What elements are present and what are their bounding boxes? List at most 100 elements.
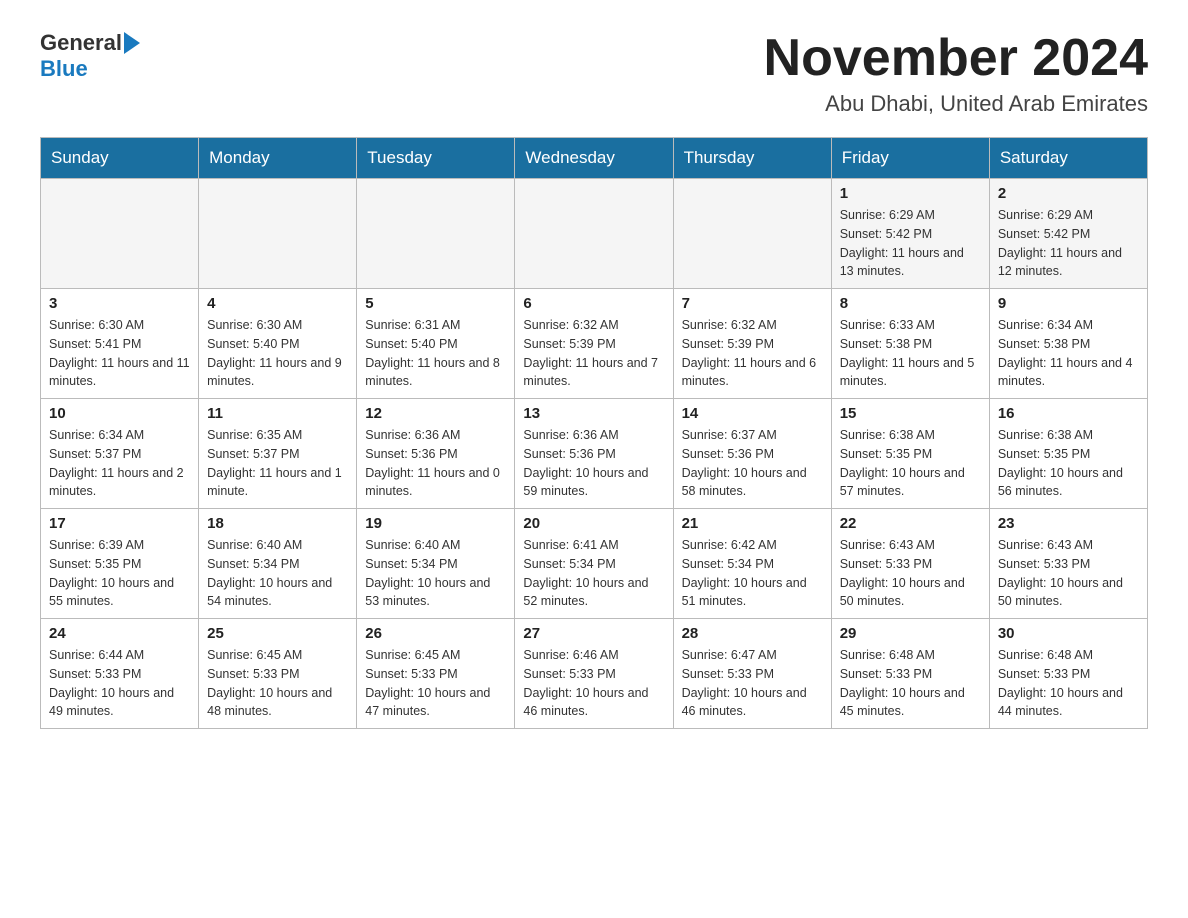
- sunset-text: Sunset: 5:35 PM: [840, 445, 981, 464]
- daylight-text: Daylight: 11 hours and 2 minutes.: [49, 464, 190, 502]
- sunset-text: Sunset: 5:33 PM: [998, 555, 1139, 574]
- day-info: Sunrise: 6:35 AMSunset: 5:37 PMDaylight:…: [207, 426, 348, 501]
- sunset-text: Sunset: 5:33 PM: [840, 555, 981, 574]
- sunrise-text: Sunrise: 6:36 AM: [523, 426, 664, 445]
- day-number: 6: [523, 295, 664, 312]
- calendar-cell: 21 Sunrise: 6:42 AMSunset: 5:34 PMDayligh…: [673, 509, 831, 619]
- daylight-text: Daylight: 11 hours and 4 minutes.: [998, 354, 1139, 392]
- sunset-text: Sunset: 5:41 PM: [49, 335, 190, 354]
- daylight-text: Daylight: 10 hours and 47 minutes.: [365, 684, 506, 722]
- daylight-text: Daylight: 11 hours and 12 minutes.: [998, 244, 1139, 282]
- day-number: 21: [682, 515, 823, 532]
- calendar-cell: 28Sunrise: 6:47 AMSunset: 5:33 PMDayligh…: [673, 619, 831, 729]
- day-info: Sunrise: 6:48 AMSunset: 5:33 PMDaylight:…: [998, 646, 1139, 721]
- calendar-cell: 23Sunrise: 6:43 AMSunset: 5:33 PMDayligh…: [989, 509, 1147, 619]
- daylight-text: Daylight: 11 hours and 9 minutes.: [207, 354, 348, 392]
- day-info: Sunrise: 6:29 AMSunset: 5:42 PMDaylight:…: [998, 206, 1139, 281]
- sunrise-text: Sunrise: 6:46 AM: [523, 646, 664, 665]
- calendar-cell: 29Sunrise: 6:48 AMSunset: 5:33 PMDayligh…: [831, 619, 989, 729]
- calendar-cell: 11Sunrise: 6:35 AMSunset: 5:37 PMDayligh…: [199, 399, 357, 509]
- day-info: Sunrise: 6:45 AMSunset: 5:33 PMDaylight:…: [207, 646, 348, 721]
- sunset-text: Sunset: 5:34 PM: [207, 555, 348, 574]
- daylight-text: Daylight: 11 hours and 13 minutes.: [840, 244, 981, 282]
- day-info: Sunrise: 6:42 AMSunset: 5:34 PMDaylight:…: [682, 536, 823, 611]
- day-info: Sunrise: 6:43 AMSunset: 5:33 PMDaylight:…: [840, 536, 981, 611]
- day-number: 17: [49, 515, 190, 532]
- calendar-cell: 2 Sunrise: 6:29 AMSunset: 5:42 PMDaylight…: [989, 179, 1147, 289]
- sunset-text: Sunset: 5:35 PM: [49, 555, 190, 574]
- day-info: Sunrise: 6:32 AMSunset: 5:39 PMDaylight:…: [523, 316, 664, 391]
- day-info: Sunrise: 6:34 AMSunset: 5:38 PMDaylight:…: [998, 316, 1139, 391]
- day-info: Sunrise: 6:29 AMSunset: 5:42 PMDaylight:…: [840, 206, 981, 281]
- logo: General Blue: [40, 30, 140, 82]
- sunset-text: Sunset: 5:33 PM: [49, 665, 190, 684]
- calendar-cell: 22 Sunrise: 6:43 AMSunset: 5:33 PMDayligh…: [831, 509, 989, 619]
- day-number: 10: [49, 405, 190, 422]
- day-number: 26: [365, 625, 506, 642]
- daylight-text: Daylight: 10 hours and 52 minutes.: [523, 574, 664, 612]
- day-number: 15: [840, 405, 981, 422]
- day-info: Sunrise: 6:38 AMSunset: 5:35 PMDaylight:…: [998, 426, 1139, 501]
- sunset-text: Sunset: 5:39 PM: [682, 335, 823, 354]
- sunrise-text: Sunrise: 6:30 AM: [49, 316, 190, 335]
- sunrise-text: Sunrise: 6:34 AM: [49, 426, 190, 445]
- sunrise-text: Sunrise: 6:42 AM: [682, 536, 823, 555]
- weekday-header-friday: Friday: [831, 138, 989, 179]
- day-number: 25: [207, 625, 348, 642]
- day-info: Sunrise: 6:38 AMSunset: 5:35 PMDaylight:…: [840, 426, 981, 501]
- day-info: Sunrise: 6:40 AMSunset: 5:34 PMDaylight:…: [365, 536, 506, 611]
- weekday-header-saturday: Saturday: [989, 138, 1147, 179]
- calendar-cell: 5Sunrise: 6:31 AMSunset: 5:40 PMDaylight…: [357, 289, 515, 399]
- daylight-text: Daylight: 10 hours and 50 minutes.: [998, 574, 1139, 612]
- calendar-cell: 17Sunrise: 6:39 AMSunset: 5:35 PMDayligh…: [41, 509, 199, 619]
- daylight-text: Daylight: 11 hours and 1 minute.: [207, 464, 348, 502]
- calendar-cell: [673, 179, 831, 289]
- daylight-text: Daylight: 11 hours and 7 minutes.: [523, 354, 664, 392]
- title-block: November 2024 Abu Dhabi, United Arab Emi…: [764, 30, 1148, 117]
- sunrise-text: Sunrise: 6:40 AM: [365, 536, 506, 555]
- daylight-text: Daylight: 10 hours and 49 minutes.: [49, 684, 190, 722]
- logo-blue-text: Blue: [40, 56, 88, 82]
- day-number: 1: [840, 185, 981, 202]
- day-info: Sunrise: 6:40 AMSunset: 5:34 PMDaylight:…: [207, 536, 348, 611]
- day-number: 30: [998, 625, 1139, 642]
- daylight-text: Daylight: 11 hours and 0 minutes.: [365, 464, 506, 502]
- location-title: Abu Dhabi, United Arab Emirates: [764, 91, 1148, 117]
- sunrise-text: Sunrise: 6:44 AM: [49, 646, 190, 665]
- sunset-text: Sunset: 5:36 PM: [682, 445, 823, 464]
- calendar-cell: 16Sunrise: 6:38 AMSunset: 5:35 PMDayligh…: [989, 399, 1147, 509]
- daylight-text: Daylight: 10 hours and 59 minutes.: [523, 464, 664, 502]
- calendar-cell: 9Sunrise: 6:34 AMSunset: 5:38 PMDaylight…: [989, 289, 1147, 399]
- daylight-text: Daylight: 10 hours and 58 minutes.: [682, 464, 823, 502]
- day-number: 13: [523, 405, 664, 422]
- calendar-cell: [357, 179, 515, 289]
- calendar-cell: 13Sunrise: 6:36 AMSunset: 5:36 PMDayligh…: [515, 399, 673, 509]
- sunset-text: Sunset: 5:39 PM: [523, 335, 664, 354]
- calendar-cell: [199, 179, 357, 289]
- calendar-cell: 19Sunrise: 6:40 AMSunset: 5:34 PMDayligh…: [357, 509, 515, 619]
- sunrise-text: Sunrise: 6:45 AM: [365, 646, 506, 665]
- day-number: 12: [365, 405, 506, 422]
- calendar-cell: 6 Sunrise: 6:32 AMSunset: 5:39 PMDaylight…: [515, 289, 673, 399]
- daylight-text: Daylight: 10 hours and 44 minutes.: [998, 684, 1139, 722]
- sunrise-text: Sunrise: 6:45 AM: [207, 646, 348, 665]
- day-info: Sunrise: 6:43 AMSunset: 5:33 PMDaylight:…: [998, 536, 1139, 611]
- sunset-text: Sunset: 5:42 PM: [998, 225, 1139, 244]
- sunrise-text: Sunrise: 6:47 AM: [682, 646, 823, 665]
- sunset-text: Sunset: 5:37 PM: [207, 445, 348, 464]
- day-number: 2: [998, 185, 1139, 202]
- day-number: 22: [840, 515, 981, 532]
- day-info: Sunrise: 6:41 AMSunset: 5:34 PMDaylight:…: [523, 536, 664, 611]
- sunset-text: Sunset: 5:33 PM: [365, 665, 506, 684]
- sunrise-text: Sunrise: 6:41 AM: [523, 536, 664, 555]
- daylight-text: Daylight: 10 hours and 57 minutes.: [840, 464, 981, 502]
- weekday-header-monday: Monday: [199, 138, 357, 179]
- calendar-cell: 15 Sunrise: 6:38 AMSunset: 5:35 PMDayligh…: [831, 399, 989, 509]
- sunrise-text: Sunrise: 6:30 AM: [207, 316, 348, 335]
- daylight-text: Daylight: 11 hours and 8 minutes.: [365, 354, 506, 392]
- daylight-text: Daylight: 11 hours and 5 minutes.: [840, 354, 981, 392]
- day-info: Sunrise: 6:47 AMSunset: 5:33 PMDaylight:…: [682, 646, 823, 721]
- calendar-cell: 4Sunrise: 6:30 AMSunset: 5:40 PMDaylight…: [199, 289, 357, 399]
- calendar-cell: 3Sunrise: 6:30 AMSunset: 5:41 PMDaylight…: [41, 289, 199, 399]
- sunrise-text: Sunrise: 6:38 AM: [840, 426, 981, 445]
